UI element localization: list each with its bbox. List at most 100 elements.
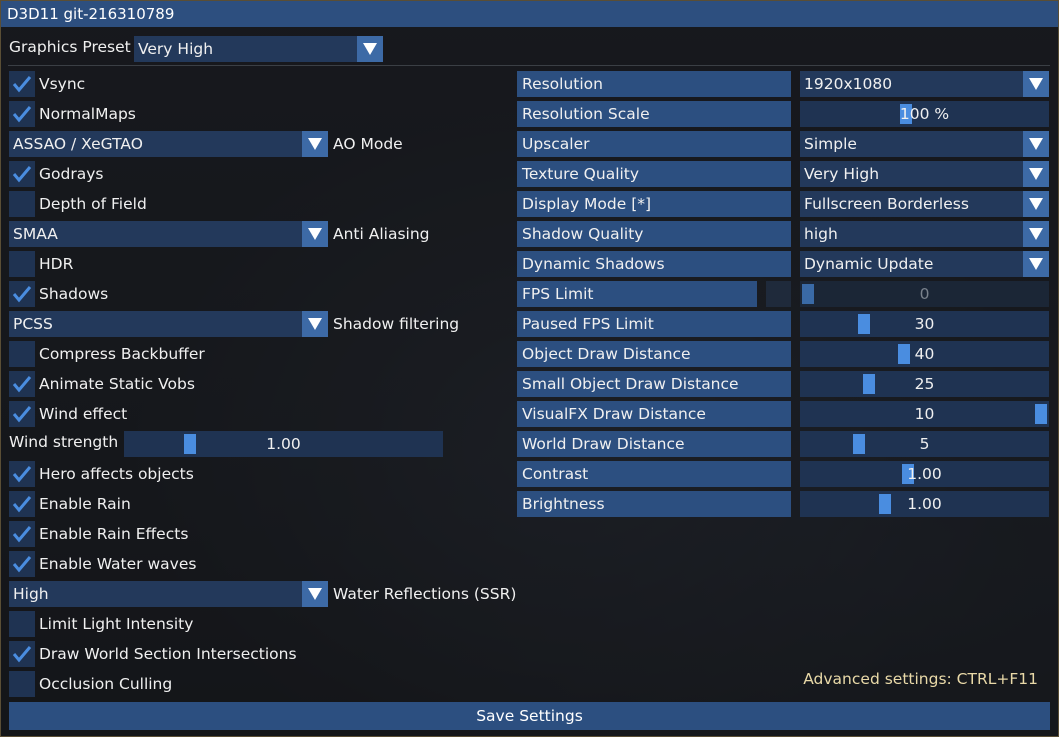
chevron-down-icon — [302, 131, 328, 157]
resolution-scale-slider[interactable]: 100 % — [800, 101, 1049, 127]
upscaler-combo[interactable]: Simple — [800, 131, 1049, 157]
shadow-quality-label: Shadow Quality — [517, 221, 791, 247]
world-draw-distance-slider[interactable]: 5 — [800, 431, 1049, 457]
slider-grab[interactable] — [802, 284, 814, 304]
shadow-quality-combo[interactable]: high — [800, 221, 1049, 247]
dynamic-shadows-label: Dynamic Shadows — [517, 251, 791, 277]
dynamic-shadows-value: Dynamic Update — [804, 255, 934, 273]
shadow-filtering-label: Shadow filtering — [333, 315, 460, 333]
vsync-checkbox[interactable] — [9, 71, 35, 97]
normalmaps-label: NormalMaps — [39, 105, 136, 123]
shadow-filtering-combo[interactable]: PCSS — [9, 311, 328, 337]
depth-of-field-checkbox[interactable] — [9, 191, 35, 217]
graphics-preset-combo[interactable]: Very High — [134, 36, 383, 62]
hero-affects-objects-checkbox[interactable] — [9, 461, 35, 487]
enable-rain-effects-checkbox[interactable] — [9, 521, 35, 547]
occlusion-culling-checkbox[interactable] — [9, 671, 35, 697]
paused-fps-limit-slider[interactable]: 30 — [800, 311, 1049, 337]
wind-strength-value: 1.00 — [266, 435, 301, 453]
title-bar[interactable]: D3D11 git-216310789 — [1, 1, 1058, 27]
slider-grab[interactable] — [858, 314, 870, 334]
checkmark-icon — [12, 466, 32, 483]
resolution-scale-label: Resolution Scale — [517, 101, 791, 127]
vsync-label: Vsync — [39, 75, 86, 93]
slider-grab[interactable] — [184, 434, 196, 454]
chevron-down-icon — [1023, 71, 1049, 97]
resolution-label: Resolution — [517, 71, 791, 97]
advanced-settings-hint: Advanced settings: CTRL+F11 — [803, 670, 1038, 688]
contrast-value: 1.00 — [907, 465, 942, 483]
texture-quality-value: Very High — [804, 165, 880, 183]
resolution-value: 1920x1080 — [804, 75, 893, 93]
slider-grab[interactable] — [879, 494, 891, 514]
wind-strength-slider[interactable]: 1.00 — [124, 431, 443, 457]
slider-grab[interactable] — [853, 434, 865, 454]
texture-quality-label: Texture Quality — [517, 161, 791, 187]
anti-aliasing-combo[interactable]: SMAA — [9, 221, 328, 247]
slider-grab[interactable] — [1035, 404, 1047, 424]
anti-aliasing-value: SMAA — [13, 225, 58, 243]
small-object-draw-distance-value: 25 — [914, 375, 935, 393]
small-object-draw-distance-slider[interactable]: 25 — [800, 371, 1049, 397]
chevron-down-icon — [1023, 251, 1049, 277]
checkmark-icon — [12, 496, 32, 513]
upscaler-label: Upscaler — [517, 131, 791, 157]
contrast-slider[interactable]: 1.00 — [800, 461, 1049, 487]
enable-rain-label: Enable Rain — [39, 495, 131, 513]
small-object-draw-distance-label: Small Object Draw Distance — [517, 371, 791, 397]
display-mode-combo[interactable]: Fullscreen Borderless — [800, 191, 1049, 217]
water-reflections-combo[interactable]: High — [9, 581, 328, 607]
occlusion-culling-label: Occlusion Culling — [39, 675, 173, 693]
visualfx-draw-distance-value: 10 — [914, 405, 935, 423]
world-draw-distance-label: World Draw Distance — [517, 431, 791, 457]
display-mode-label: Display Mode [*] — [517, 191, 791, 217]
chevron-down-icon — [1023, 161, 1049, 187]
chevron-down-icon — [1023, 131, 1049, 157]
world-draw-distance-value: 5 — [919, 435, 930, 453]
object-draw-distance-value: 40 — [914, 345, 935, 363]
compress-backbuffer-label: Compress Backbuffer — [39, 345, 205, 363]
chevron-down-icon — [1023, 221, 1049, 247]
enable-water-waves-label: Enable Water waves — [39, 555, 197, 573]
hdr-checkbox[interactable] — [9, 251, 35, 277]
graphics-preset-label: Graphics Preset — [9, 38, 131, 56]
checkmark-icon — [12, 646, 32, 663]
shadows-checkbox[interactable] — [9, 281, 35, 307]
object-draw-distance-label: Object Draw Distance — [517, 341, 791, 367]
separator — [8, 65, 1050, 66]
animate-static-vobs-checkbox[interactable] — [9, 371, 35, 397]
graphics-preset-value: Very High — [138, 40, 214, 58]
slider-grab[interactable] — [898, 344, 910, 364]
draw-world-section-checkbox[interactable] — [9, 641, 35, 667]
checkmark-icon — [12, 286, 32, 303]
paused-fps-limit-value: 30 — [914, 315, 935, 333]
godrays-checkbox[interactable] — [9, 161, 35, 187]
limit-light-intensity-checkbox[interactable] — [9, 611, 35, 637]
enable-water-waves-checkbox[interactable] — [9, 551, 35, 577]
shadow-filtering-value: PCSS — [13, 315, 53, 333]
wind-effect-checkbox[interactable] — [9, 401, 35, 427]
texture-quality-combo[interactable]: Very High — [800, 161, 1049, 187]
fps-limit-toggle[interactable] — [766, 281, 791, 307]
animate-static-vobs-label: Animate Static Vobs — [39, 375, 195, 393]
checkmark-icon — [12, 556, 32, 573]
enable-rain-checkbox[interactable] — [9, 491, 35, 517]
shadows-label: Shadows — [39, 285, 109, 303]
chevron-down-icon — [1023, 191, 1049, 217]
checkmark-icon — [12, 526, 32, 543]
compress-backbuffer-checkbox[interactable] — [9, 341, 35, 367]
hero-affects-objects-label: Hero affects objects — [39, 465, 194, 483]
visualfx-draw-distance-slider[interactable]: 10 — [800, 401, 1049, 427]
dynamic-shadows-combo[interactable]: Dynamic Update — [800, 251, 1049, 277]
resolution-combo[interactable]: 1920x1080 — [800, 71, 1049, 97]
normalmaps-checkbox[interactable] — [9, 101, 35, 127]
save-settings-button[interactable]: Save Settings — [9, 702, 1050, 730]
object-draw-distance-slider[interactable]: 40 — [800, 341, 1049, 367]
chevron-down-icon — [302, 311, 328, 337]
ao-mode-combo[interactable]: ASSAO / XeGTAO — [9, 131, 328, 157]
fps-limit-slider[interactable]: 0 — [800, 281, 1049, 307]
brightness-slider[interactable]: 1.00 — [800, 491, 1049, 517]
checkmark-icon — [12, 76, 32, 93]
slider-grab[interactable] — [863, 374, 875, 394]
depth-of-field-label: Depth of Field — [39, 195, 147, 213]
